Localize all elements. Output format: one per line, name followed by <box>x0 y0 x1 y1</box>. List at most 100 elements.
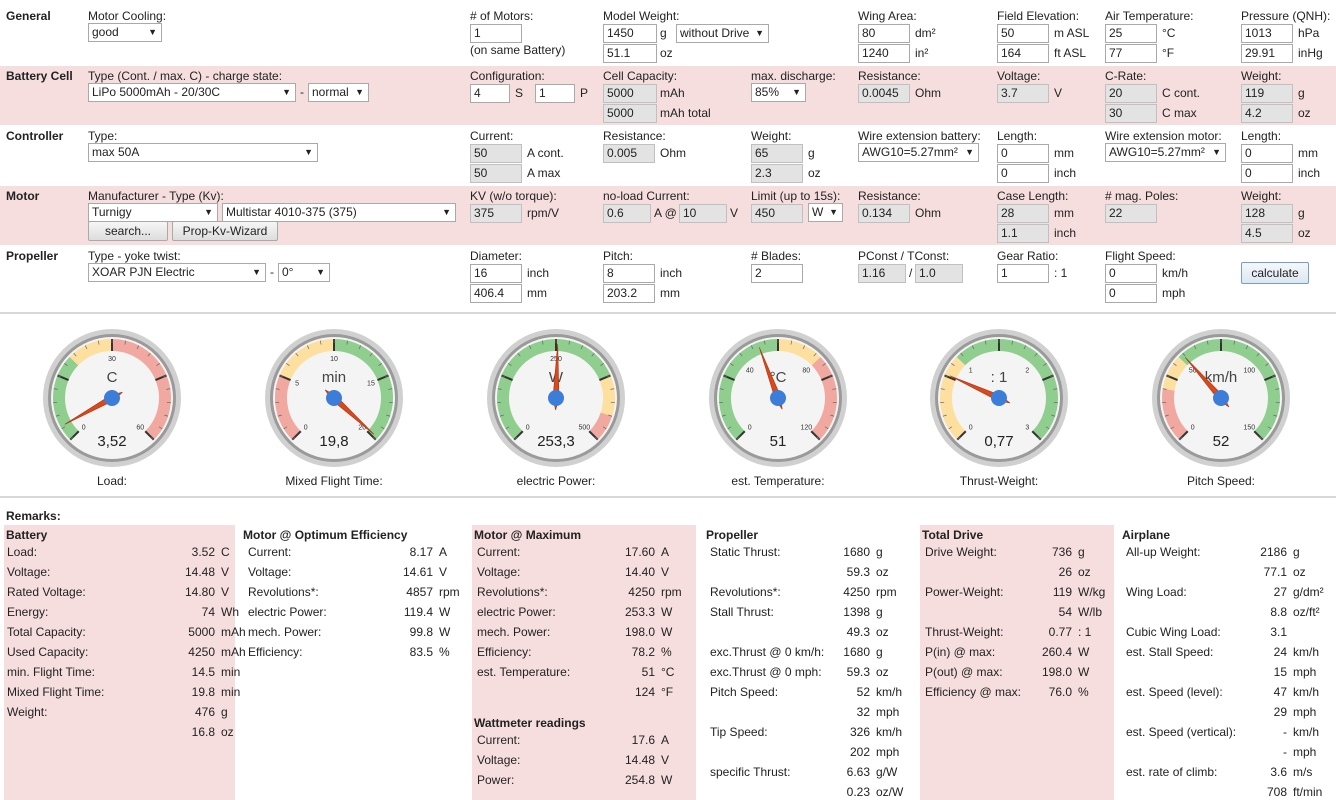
divider <box>0 496 1336 498</box>
gauge-tick-label: 0 <box>526 424 530 431</box>
length-battery-mm-input[interactable]: 0 <box>997 144 1049 163</box>
remarks-value: 198.0 <box>624 625 655 639</box>
wing-area-in-input[interactable]: 1240 <box>858 44 910 63</box>
prop-kv-wizard-button[interactable]: Prop-Kv-Wizard <box>172 221 278 241</box>
configuration-label: Configuration: <box>470 69 545 83</box>
wire-battery-select[interactable]: AWG10=5.27mm² ▼ <box>858 143 979 162</box>
unit-ft-asl: ft ASL <box>1054 46 1087 60</box>
diameter-inch-input[interactable]: 16 <box>470 264 522 283</box>
remarks-value: 54 <box>1058 605 1072 619</box>
unit-hpa: hPa <box>1298 26 1320 40</box>
remarks-label: Rated Voltage: <box>7 585 86 599</box>
charge-state-select[interactable]: normal ▼ <box>308 83 369 102</box>
search-button[interactable]: search... <box>88 221 168 241</box>
remarks-value: 736 <box>1051 545 1072 559</box>
remarks-value: 49.3 <box>846 625 870 639</box>
remarks-unit: ft/min <box>1293 785 1323 799</box>
kv-field: 375 <box>470 204 522 223</box>
dropdown-arrow-icon: ▼ <box>965 147 974 157</box>
field-elevation-ft-input[interactable]: 164 <box>997 44 1049 63</box>
motor-manufacturer-select[interactable]: Turnigy ▼ <box>88 203 218 222</box>
length-motor-inch-input[interactable]: 0 <box>1241 164 1293 183</box>
air-temp-c-input[interactable]: 25 <box>1105 24 1157 43</box>
blades-input[interactable]: 2 <box>751 264 803 283</box>
remarks-unit: g <box>876 645 883 659</box>
dropdown-arrow-icon: ▼ <box>252 267 261 277</box>
unit-p: P <box>580 86 589 100</box>
gauge-value: 253,3 <box>537 433 575 450</box>
flight-speed-kmh-input[interactable]: 0 <box>1105 264 1157 283</box>
remarks-value: 14.5 <box>191 665 215 679</box>
unit-rpm-v: rpm/V <box>527 206 560 220</box>
yoke-twist-select[interactable]: 0° ▼ <box>278 263 330 282</box>
remarks-value: 3.1 <box>1270 625 1287 639</box>
air-temp-f-input[interactable]: 77 <box>1105 44 1157 63</box>
model-weight-g-input[interactable]: 1450 <box>603 24 657 43</box>
remarks-label: Wing Load: <box>1126 585 1187 599</box>
dropdown-arrow-icon: ▼ <box>755 28 764 38</box>
unit-g: g <box>808 146 815 160</box>
dropdown-arrow-icon: ▼ <box>792 87 801 97</box>
gear-ratio-input[interactable]: 1 <box>997 264 1049 283</box>
remarks-unit: W <box>661 625 673 639</box>
wing-area-label: Wing Area: <box>858 9 917 23</box>
cells-serial-input[interactable]: 4 <box>470 84 510 103</box>
motor-cooling-select[interactable]: good ▼ <box>88 23 162 42</box>
pressure-inhg-input[interactable]: 29.91 <box>1241 44 1293 63</box>
field-elevation-m-input[interactable]: 50 <box>997 24 1049 43</box>
wing-area-dm-input[interactable]: 80 <box>858 24 910 43</box>
remarks-label: Voltage: <box>477 753 521 767</box>
motor-type-select[interactable]: Multistar 4010-375 (375) ▼ <box>222 203 456 222</box>
pressure-hpa-input[interactable]: 1013 <box>1241 24 1293 43</box>
remarks-value: 260.4 <box>1041 645 1072 659</box>
remarks-value: 119 <box>1052 585 1072 599</box>
remarks-unit: oz <box>221 725 234 739</box>
diameter-mm-input[interactable]: 406.4 <box>470 284 522 303</box>
gauge-dial: 0 12040 80°C51 <box>709 329 847 467</box>
controller-type-select[interactable]: max 50A ▼ <box>88 143 318 162</box>
remarks-unit: mph <box>876 745 900 759</box>
flight-speed-mph-input[interactable]: 0 <box>1105 284 1157 303</box>
remarks-label: Voltage: <box>248 565 292 579</box>
num-motors-input[interactable]: 1 <box>470 24 522 43</box>
max-discharge-select[interactable]: 85% ▼ <box>751 83 806 102</box>
propeller-type-select[interactable]: XOAR PJN Electric ▼ <box>88 263 266 282</box>
unit-ohm: Ohm <box>915 206 942 220</box>
c-max-field: 30 <box>1105 104 1157 123</box>
remarks-value: 24 <box>1273 645 1287 659</box>
weight-mode-select[interactable]: without Drive ▼ <box>676 24 769 43</box>
remarks-value: 3.52 <box>191 545 215 559</box>
remarks-value: 8.8 <box>1270 605 1287 619</box>
dropdown-arrow-icon: ▼ <box>442 207 451 217</box>
model-weight-oz-input[interactable]: 51.1 <box>603 44 657 63</box>
gauge-dial: 0500250W253,3 <box>487 329 625 467</box>
gauge: 0500250W253,3 <box>486 328 626 468</box>
remarks-value: - <box>1283 745 1287 759</box>
max-discharge-label: max. discharge: <box>751 69 836 83</box>
limit-unit-select[interactable]: W ▼ <box>808 203 843 222</box>
dropdown-arrow-icon: ▼ <box>304 147 313 157</box>
length-battery-inch-input[interactable]: 0 <box>997 164 1049 183</box>
remarks-unit: oz <box>876 625 889 639</box>
length-motor-mm-input[interactable]: 0 <box>1241 144 1293 163</box>
wire-motor-select[interactable]: AWG10=5.27mm² ▼ <box>1105 143 1226 162</box>
remarks-value: 4857 <box>406 585 433 599</box>
remarks-label: est. rate of climb: <box>1126 765 1218 779</box>
cells-parallel-input[interactable]: 1 <box>535 84 575 103</box>
calculate-button[interactable]: calculate <box>1241 262 1309 284</box>
motor-weight-g-field: 128 <box>1241 204 1293 223</box>
remarks-unit: rpm <box>661 585 682 599</box>
pitch-mm-input[interactable]: 203.2 <box>603 284 655 303</box>
unit-c-max: C max <box>1162 106 1197 120</box>
pitch-inch-input[interactable]: 8 <box>603 264 655 283</box>
battery-type-select[interactable]: LiPo 5000mAh - 20/30C ▼ <box>88 83 296 102</box>
remarks-label: est. Speed (vertical): <box>1126 725 1237 739</box>
pressure-label: Pressure (QNH): <box>1241 9 1331 23</box>
remarks-unit: km/h <box>876 685 903 699</box>
remarks-value: 708 <box>1266 785 1287 799</box>
gauge-hub <box>326 390 342 406</box>
remarks-unit: A <box>661 733 670 747</box>
gauge: 0 20 5 10 15 min 19,8 <box>264 328 404 468</box>
remarks-label: Efficiency @ max: <box>925 685 1021 699</box>
remarks-label: Revolutions*: <box>477 585 548 599</box>
